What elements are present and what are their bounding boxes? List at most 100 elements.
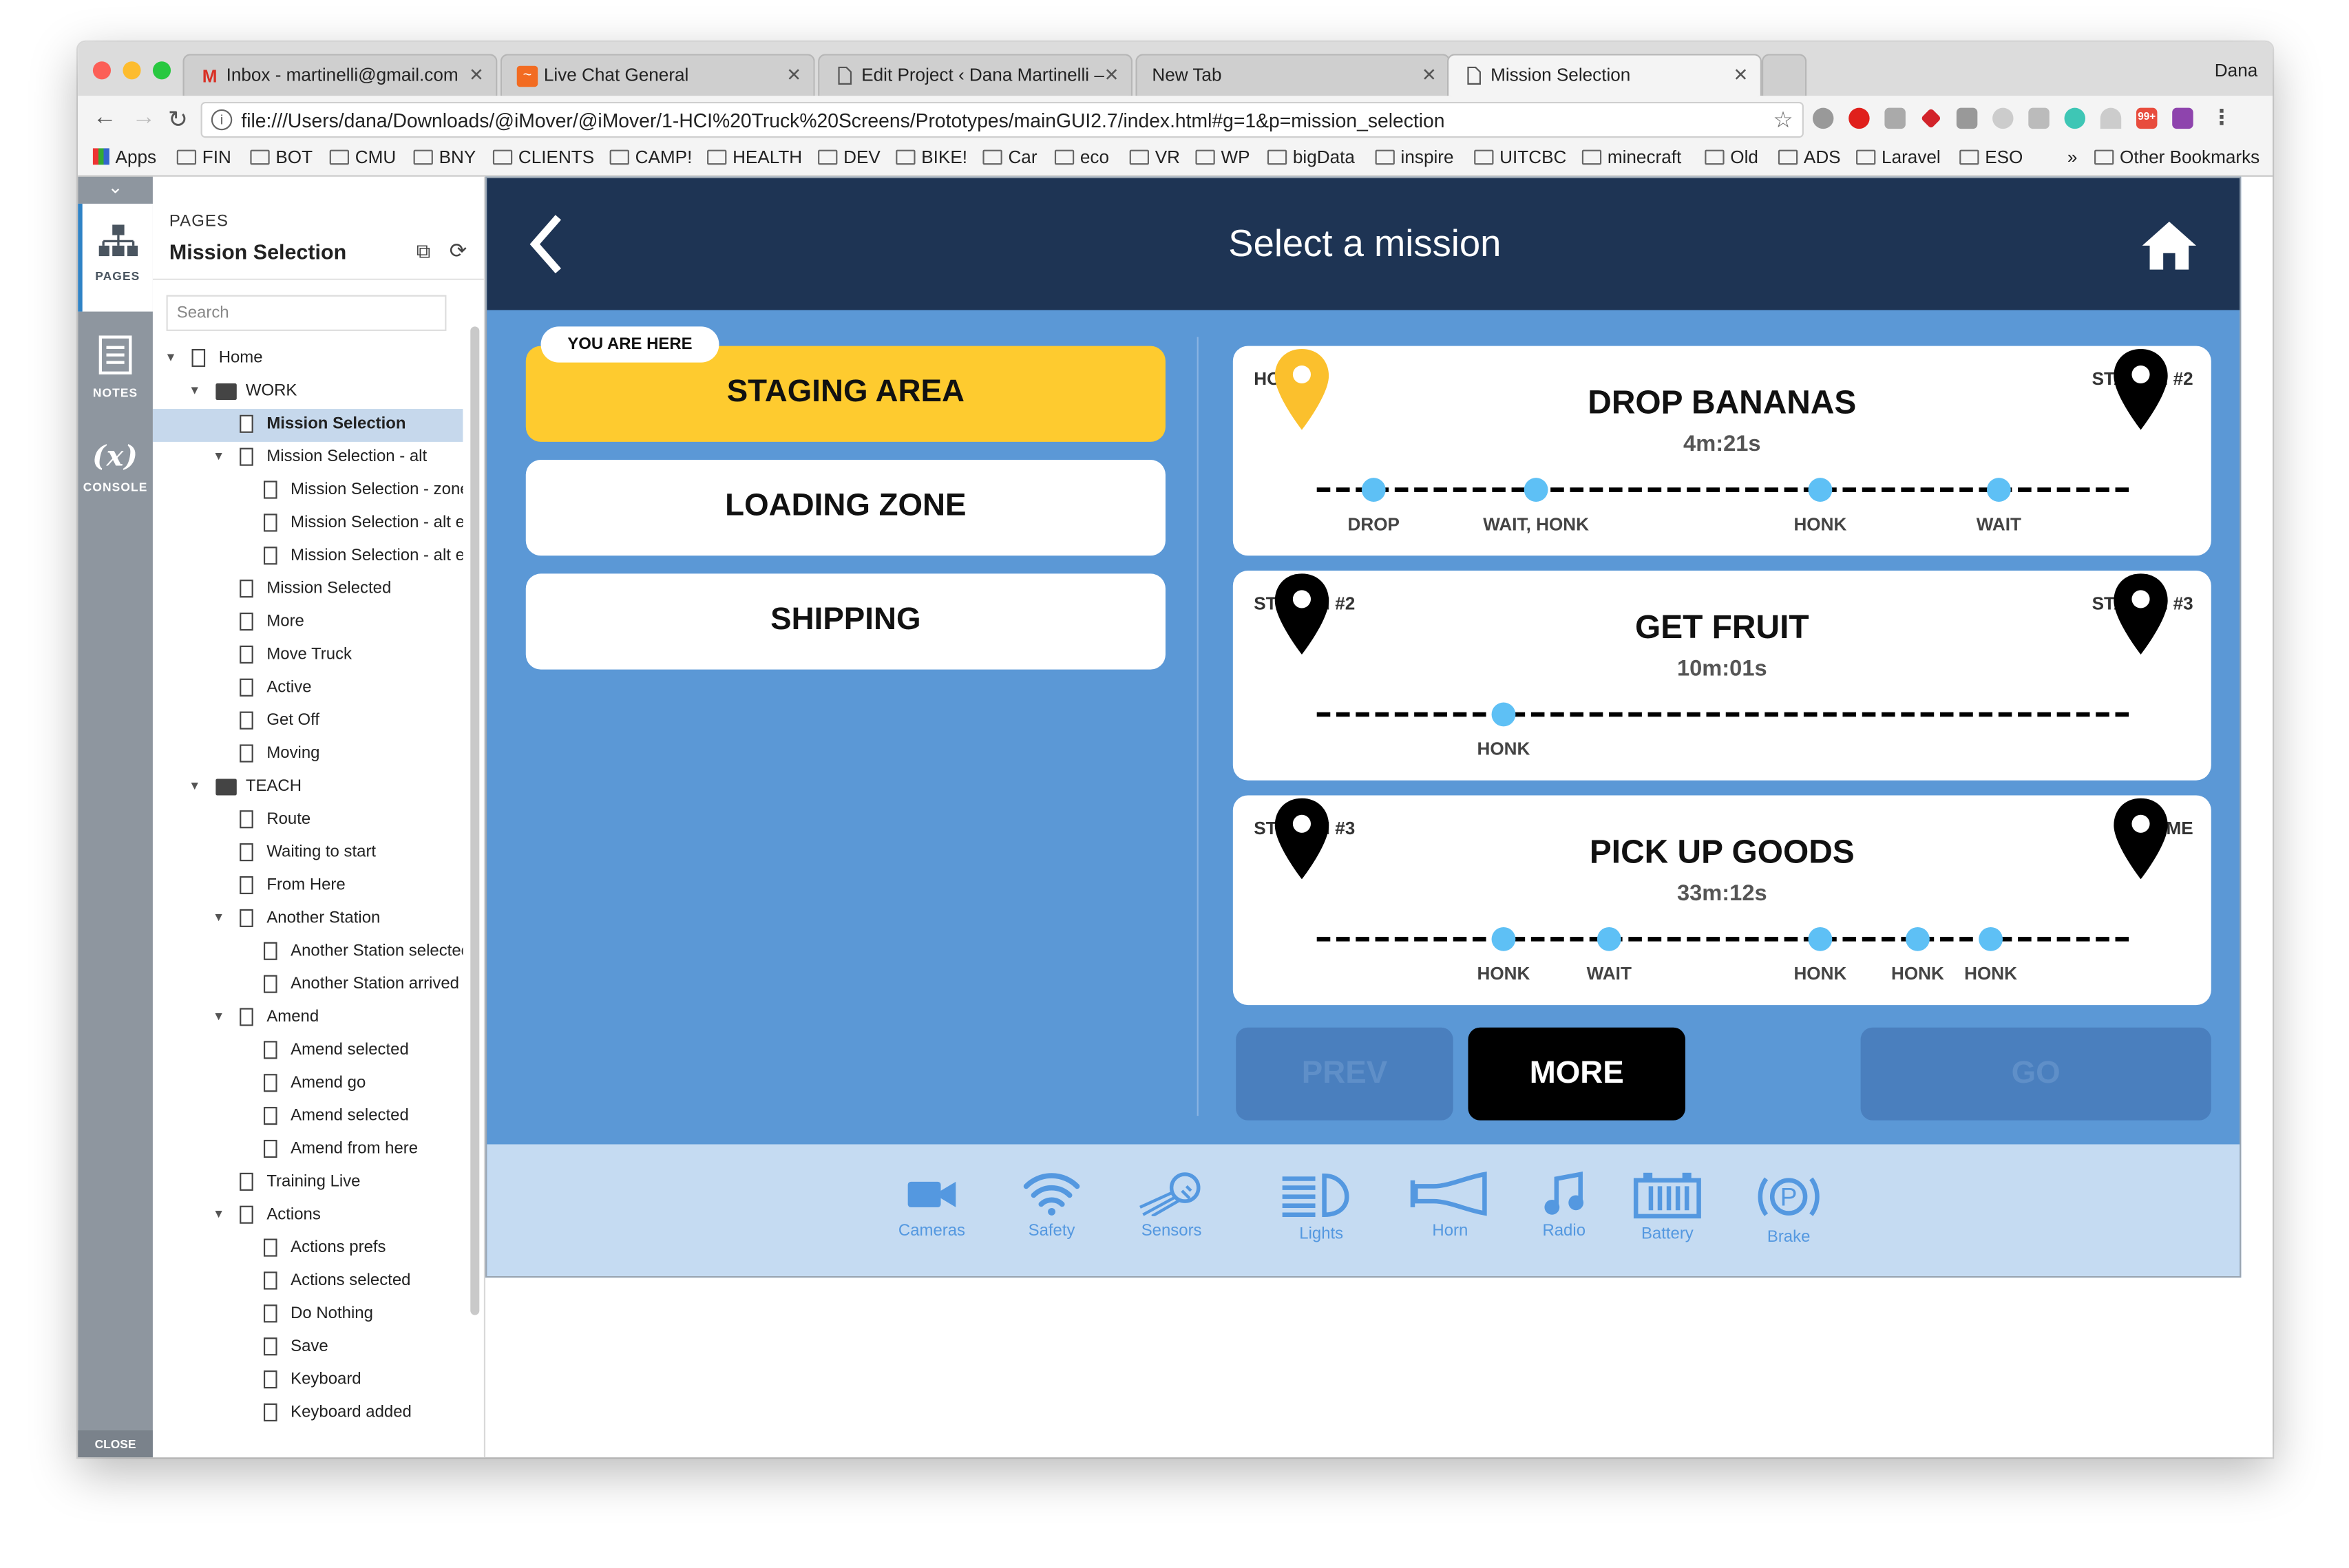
expand-toggle-icon[interactable]: ▼	[213, 1207, 224, 1221]
bookmark-folder[interactable]: ESO	[1959, 147, 2023, 168]
lights-control[interactable]: Lights	[1269, 1172, 1373, 1243]
page-tree-item[interactable]: Move Truck	[153, 639, 463, 672]
bookmark-folder[interactable]: Car	[982, 147, 1037, 168]
bookmark-folder[interactable]: WP	[1195, 147, 1250, 168]
tab-live-chat[interactable]: ~ Live Chat General ✕	[500, 54, 815, 96]
extension-icon[interactable]	[2172, 107, 2193, 129]
page-tree-item[interactable]: Another Station arrived	[153, 969, 463, 1002]
brake-control[interactable]: P Brake	[1736, 1172, 1841, 1246]
page-tree-item[interactable]: Mission Selection - alt e	[153, 541, 463, 574]
page-tree-item[interactable]: Actions prefs	[153, 1233, 463, 1266]
extension-icon[interactable]	[1812, 107, 1834, 129]
page-tree-item[interactable]: Route	[153, 805, 463, 838]
tab-gmail[interactable]: M Inbox - martinelli@gmail.com ✕	[182, 54, 498, 96]
expand-toggle-icon[interactable]: ▼	[189, 383, 200, 397]
page-tree-item[interactable]: Training Live	[153, 1167, 463, 1200]
pages-search-input[interactable]: Search	[166, 295, 447, 331]
expand-toggle-icon[interactable]: ▼	[189, 779, 200, 793]
waypoint-dot[interactable]	[1979, 926, 2003, 951]
mission-card[interactable]: HOMESTATION #2DROP BANANAS4m:21sDROPWAIT…	[1232, 346, 2211, 556]
tab-edit-project[interactable]: Edit Project ‹ Dana Martinelli – ✕	[818, 54, 1133, 96]
location-loading-zone[interactable]: LOADING ZONE	[525, 460, 1166, 556]
bookmark-folder[interactable]: DEV	[818, 147, 881, 168]
prev-button[interactable]: PREV	[1236, 1027, 1453, 1121]
safety-control[interactable]: Safety	[999, 1172, 1104, 1240]
vertical-scrollbar[interactable]	[470, 326, 480, 1315]
tab-mission-selection[interactable]: Mission Selection ✕	[1447, 54, 1762, 96]
bookmark-folder[interactable]: Old	[1705, 147, 1758, 168]
page-tree-item[interactable]: Active	[153, 672, 463, 706]
bookmark-folder[interactable]: CLIENTS	[492, 147, 594, 168]
close-tab-icon[interactable]: ✕	[1104, 65, 1119, 85]
page-tree-item[interactable]: Do Nothing	[153, 1299, 463, 1332]
waypoint-dot[interactable]	[1361, 478, 1386, 502]
waypoint-dot[interactable]	[1597, 926, 1621, 951]
page-tree-item[interactable]: ▼ WORK	[153, 376, 463, 409]
bookmark-folder[interactable]: BOT	[250, 147, 313, 168]
minimize-window-button[interactable]	[123, 61, 141, 80]
page-tree-item[interactable]: Actions selected	[153, 1266, 463, 1299]
more-bookmarks-button[interactable]: »	[2067, 147, 2078, 167]
close-tab-icon[interactable]: ✕	[1422, 65, 1437, 85]
page-tree-item[interactable]: Waiting to start	[153, 837, 463, 870]
waypoint-dot[interactable]	[1491, 926, 1516, 951]
other-bookmarks[interactable]: Other Bookmarks	[2094, 147, 2260, 168]
close-tab-icon[interactable]: ✕	[469, 65, 484, 85]
page-tree-item[interactable]: Moving	[153, 739, 463, 772]
new-tab-button[interactable]	[1761, 54, 1807, 96]
radio-control[interactable]: Radio	[1512, 1172, 1616, 1240]
rail-console-button[interactable]: (x) CONSOLE	[78, 434, 153, 542]
page-tree-item[interactable]: Keyboard	[153, 1364, 463, 1397]
page-tree-item[interactable]: Save	[153, 1331, 463, 1364]
forward-icon[interactable]: →	[131, 105, 156, 131]
page-tree-item[interactable]: Amend selected	[153, 1035, 463, 1068]
location-shipping[interactable]: SHIPPING	[525, 573, 1166, 670]
mission-card[interactable]: STATION #2STATION #3GET FRUIT10m:01sHONK	[1232, 571, 2211, 781]
page-tree-item[interactable]: More	[153, 606, 463, 639]
arrow-extension-icon[interactable]	[1920, 107, 1941, 129]
page-tree-item[interactable]: Mission Selection - alt e	[153, 508, 463, 541]
bookmark-folder[interactable]: HEALTH	[707, 147, 802, 168]
page-tree-item[interactable]: ▼ Another Station	[153, 903, 463, 936]
m-extension-icon[interactable]	[2064, 107, 2085, 129]
bookmark-folder[interactable]: CAMP!	[609, 147, 692, 168]
home-icon[interactable]	[2141, 220, 2198, 271]
page-tree-item[interactable]: ▼ Mission Selection - alt	[153, 442, 463, 475]
waypoint-dot[interactable]	[1906, 926, 1930, 951]
rail-pages-button[interactable]: PAGES	[78, 203, 153, 312]
power-extension-icon[interactable]	[1992, 107, 2014, 129]
rail-notes-button[interactable]: NOTES	[78, 326, 153, 434]
page-tree-item[interactable]: ▼ Home	[153, 343, 463, 376]
page-tree-item[interactable]: ▼ Amend	[153, 1002, 463, 1035]
bookmark-folder[interactable]: BIKE!	[896, 147, 967, 168]
more-button[interactable]: MORE	[1468, 1027, 1686, 1121]
bookmark-apps[interactable]: Apps	[92, 147, 156, 168]
close-tab-icon[interactable]: ✕	[786, 65, 801, 85]
page-tree-item[interactable]: Keyboard added	[153, 1397, 463, 1430]
page-tree-item[interactable]: Mission Selection - zone	[153, 475, 463, 508]
page-tree-item[interactable]: Amend selected	[153, 1101, 463, 1134]
waypoint-dot[interactable]	[1491, 702, 1516, 727]
bookmark-folder[interactable]: minecraft	[1581, 147, 1681, 168]
cameras-control[interactable]: Cameras	[879, 1172, 984, 1240]
page-tree-item[interactable]: Amend go	[153, 1068, 463, 1101]
extension-icon[interactable]	[1956, 107, 1978, 129]
bookmark-folder[interactable]: Laravel	[1856, 147, 1941, 168]
bookmark-folder[interactable]: eco	[1054, 147, 1109, 168]
bookmark-folder[interactable]: inspire	[1375, 147, 1454, 168]
edit-page-icon[interactable]: ⧉	[417, 240, 430, 264]
mission-card[interactable]: STATION #3HOMEPICK UP GOODS33m:12sHONKWA…	[1232, 795, 2211, 1006]
reload-icon[interactable]: ↻	[168, 105, 188, 135]
zoom-window-button[interactable]	[152, 61, 171, 80]
waypoint-dot[interactable]	[1986, 478, 2011, 502]
horn-control[interactable]: Horn	[1398, 1172, 1502, 1240]
notification-badge[interactable]: 99+	[2136, 107, 2158, 129]
bookmark-folder[interactable]: BNY	[413, 147, 476, 168]
page-tree-item[interactable]: Amend from here	[153, 1134, 463, 1167]
waypoint-dot[interactable]	[1808, 478, 1833, 502]
page-tree-item[interactable]: Mission Selection	[152, 409, 463, 442]
sensors-control[interactable]: Sensors	[1119, 1172, 1223, 1240]
page-tree-item[interactable]: ▼ TEACH	[153, 772, 463, 805]
expand-toggle-icon[interactable]: ▼	[213, 449, 224, 463]
close-tab-icon[interactable]: ✕	[1733, 65, 1748, 85]
